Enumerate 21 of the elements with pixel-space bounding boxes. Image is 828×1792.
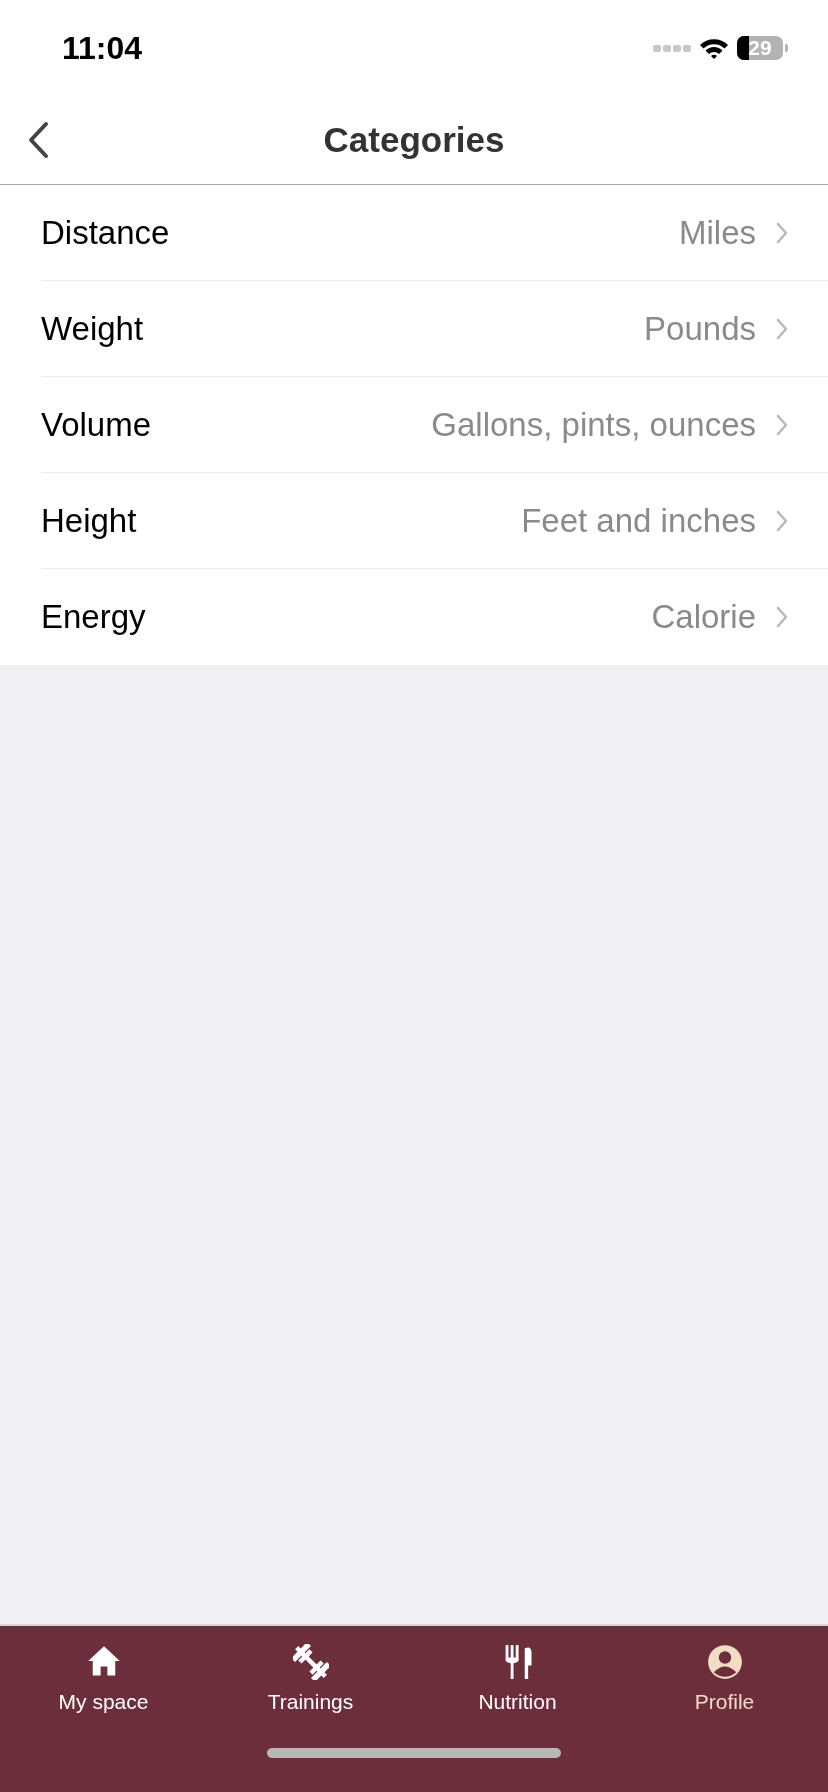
screen-title: Categories <box>323 120 505 160</box>
status-time: 11:04 <box>62 29 143 67</box>
chevron-icon <box>776 606 788 628</box>
chevron-icon <box>776 509 788 532</box>
chevron-icon <box>776 221 788 244</box>
category-row[interactable]: Weight Pounds <box>41 281 828 377</box>
wifi-icon <box>699 37 729 59</box>
category-row[interactable]: Energy Calorie <box>41 569 828 665</box>
back-icon[interactable] <box>27 121 49 159</box>
signal-icon <box>653 44 691 52</box>
category-row[interactable]: Height Feet and inches <box>41 473 828 569</box>
category-row[interactable]: Volume Gallons, pints, ounces <box>41 377 828 473</box>
chevron-icon <box>776 413 788 436</box>
battery-percent: 29 <box>748 36 772 60</box>
tab-item[interactable]: Profile <box>634 1644 815 1714</box>
chevron-icon <box>776 317 788 340</box>
tab-item[interactable]: Nutrition <box>427 1644 608 1714</box>
category-row[interactable]: Distance Miles <box>41 185 828 281</box>
profile-icon <box>706 1644 743 1680</box>
tab-item[interactable]: Trainings <box>220 1644 401 1714</box>
tab-item[interactable]: My space <box>13 1644 194 1714</box>
